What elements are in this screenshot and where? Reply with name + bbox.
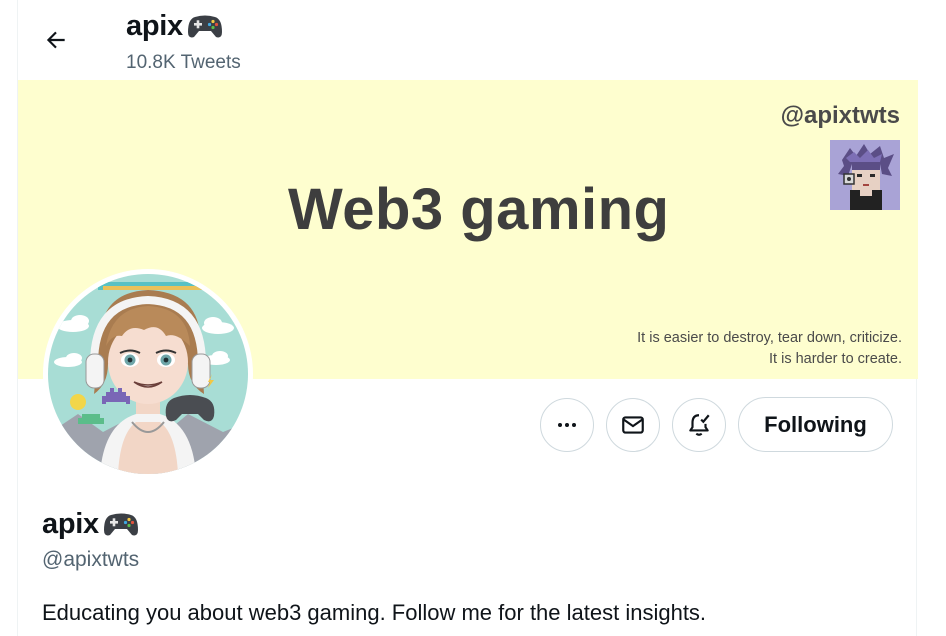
profile-name: apix <box>42 508 139 541</box>
banner-title: Web3 gaming <box>288 177 670 242</box>
banner-handle: @apixtwts <box>780 102 900 129</box>
arrow-left-icon <box>46 31 65 49</box>
message-button[interactable] <box>606 398 660 452</box>
video-game-controller-icon <box>187 15 222 37</box>
bell-check-icon <box>689 414 710 436</box>
banner-quote-line-2: It is harder to create. <box>769 351 902 367</box>
banner-pixel-avatar-image <box>830 140 900 210</box>
avatar[interactable] <box>43 269 253 479</box>
profile-name-text: apix <box>42 508 99 540</box>
profile-header: apix 10.8K Tweets <box>18 0 918 80</box>
profile-column: apix 10.8K Tweets @apixtwts Web3 gaming … <box>17 0 918 636</box>
banner-quote-line-1: It is easier to destroy, tear down, crit… <box>637 330 902 346</box>
more-button[interactable] <box>540 398 594 452</box>
banner-quote: It is easier to destroy, tear down, crit… <box>637 328 902 370</box>
header-title: apix <box>126 10 223 43</box>
following-button[interactable]: Following <box>738 397 893 452</box>
notifications-button[interactable] <box>672 398 726 452</box>
profile-bio: Educating you about web3 gaming. Follow … <box>42 600 707 625</box>
back-button[interactable] <box>38 22 74 58</box>
video-game-controller-icon <box>103 513 138 535</box>
profile-handle: @apixtwts <box>42 548 140 571</box>
header-name-text: apix <box>126 10 183 42</box>
tweet-count: 10.8K Tweets <box>126 52 241 73</box>
avatar-illustration-image <box>48 274 248 474</box>
envelope-icon <box>622 416 644 434</box>
more-horizontal-icon <box>558 423 576 427</box>
